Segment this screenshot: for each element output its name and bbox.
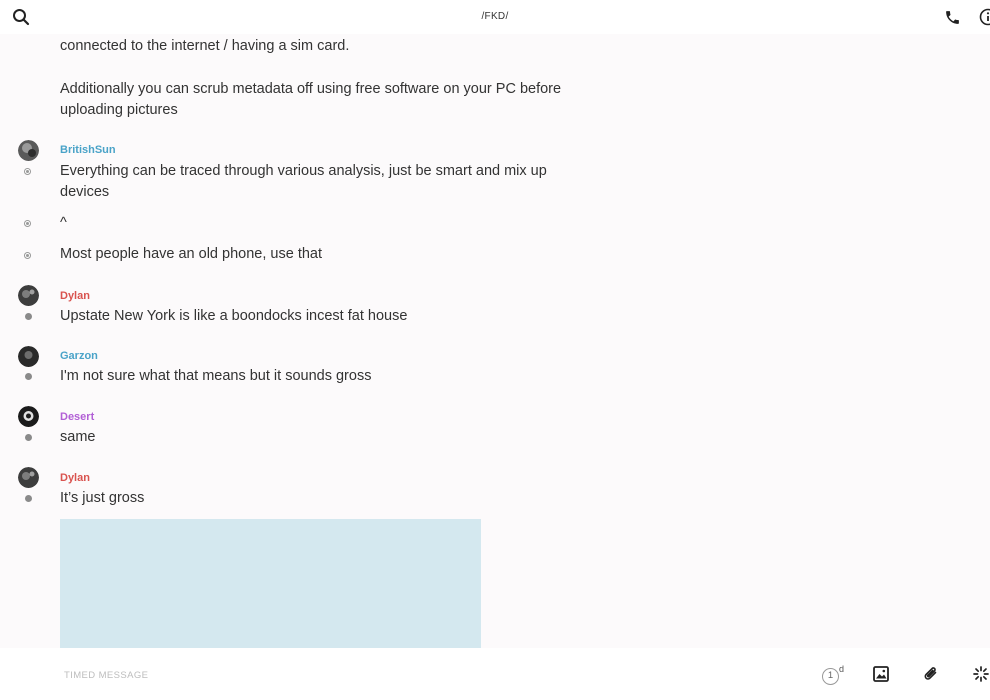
phone-icon[interactable]	[944, 9, 961, 26]
message-text: same	[60, 429, 96, 445]
paperclip-icon[interactable]	[922, 665, 940, 683]
read-receipt	[24, 168, 31, 175]
timer-unit: d	[839, 664, 845, 674]
status-dot	[25, 313, 32, 320]
message-text: ^	[60, 215, 67, 231]
avatar[interactable]	[18, 140, 39, 161]
message-text: Everything can be traced through various…	[60, 163, 547, 200]
conversation-title: /FKD/	[481, 11, 509, 22]
top-bar: /FKD/	[0, 0, 990, 34]
message-input[interactable]	[62, 664, 666, 686]
message-feed[interactable]: connected to the internet / having a sim…	[0, 34, 990, 648]
message-text: Upstate New York is like a boondocks inc…	[60, 308, 408, 324]
timer-button[interactable]: 1 d	[822, 664, 846, 686]
info-icon[interactable]	[979, 8, 990, 26]
read-receipt	[24, 252, 31, 259]
status-dot	[25, 495, 32, 502]
message-text: connected to the internet / having a sim…	[60, 38, 350, 54]
message-text: I'm not sure what that means but it soun…	[60, 368, 372, 384]
status-dot	[25, 434, 32, 441]
avatar[interactable]	[18, 406, 39, 427]
status-dot	[25, 373, 32, 380]
message-text: Additionally you can scrub metadata off …	[60, 81, 562, 118]
image-attachment[interactable]	[60, 519, 481, 648]
timer-value: 1	[822, 668, 839, 685]
avatar[interactable]	[18, 285, 39, 306]
avatar[interactable]	[18, 467, 39, 488]
sparkle-icon[interactable]	[972, 665, 990, 683]
avatar[interactable]	[18, 346, 39, 367]
author-name[interactable]: Dylan	[60, 290, 90, 302]
author-name[interactable]: Garzon	[60, 350, 98, 362]
message-text: It’s just gross	[60, 490, 145, 506]
image-icon[interactable]	[872, 665, 890, 683]
author-name[interactable]: BritishSun	[60, 144, 116, 156]
author-name[interactable]: Dylan	[60, 472, 90, 484]
author-name[interactable]: Desert	[60, 411, 94, 423]
message-text: Most people have an old phone, use that	[60, 246, 322, 262]
read-receipt	[24, 220, 31, 227]
